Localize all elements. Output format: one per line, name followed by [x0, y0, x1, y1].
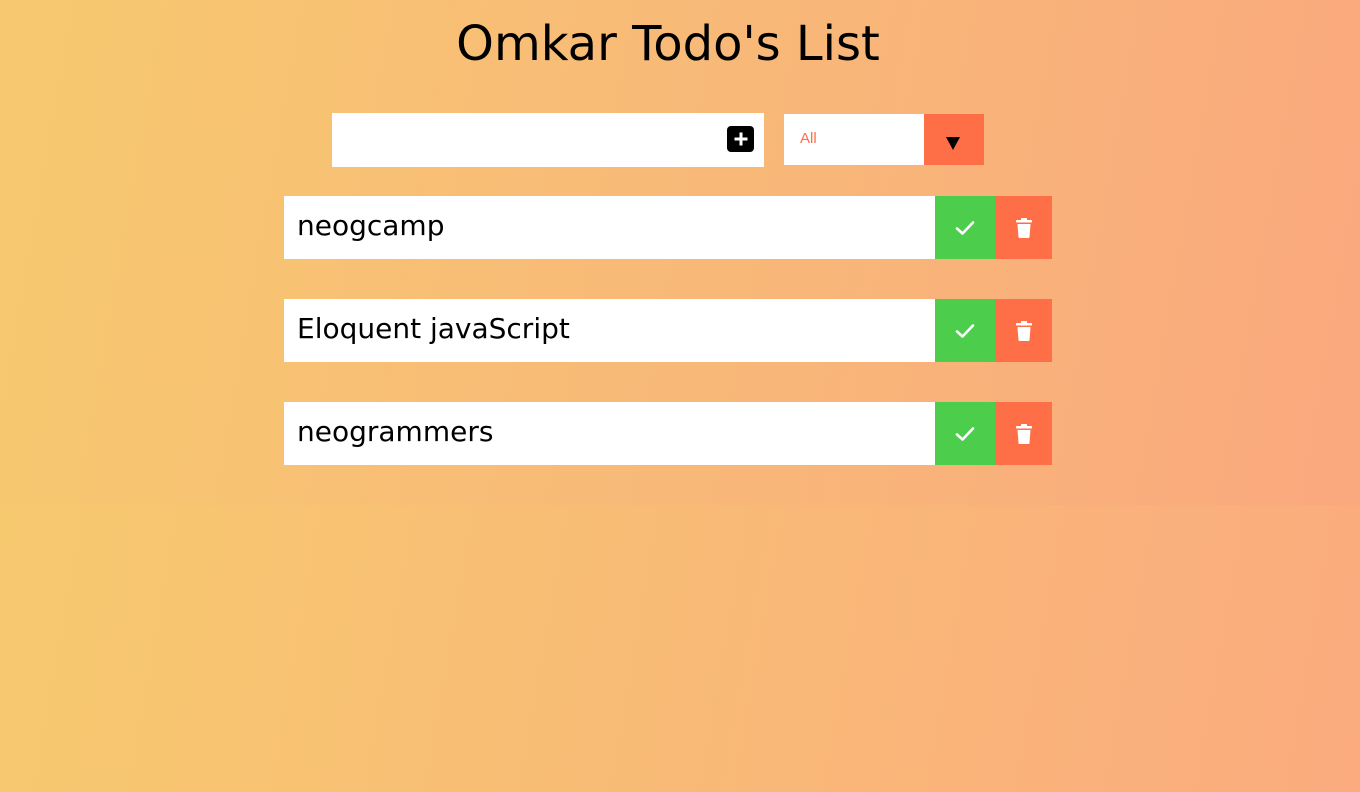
complete-button[interactable] [935, 299, 995, 362]
add-todo-button[interactable] [727, 126, 754, 152]
page-title: Omkar Todo's List [456, 16, 880, 72]
filter-select[interactable]: All [784, 114, 984, 165]
todo-text: Eloquent javaScript [297, 312, 570, 345]
complete-button[interactable] [935, 402, 995, 465]
check-icon [955, 323, 975, 338]
plus-square-icon [734, 132, 747, 146]
todo-input[interactable] [332, 113, 722, 167]
delete-button[interactable] [995, 402, 1052, 465]
check-icon [955, 426, 975, 441]
trash-icon [1015, 320, 1032, 341]
app-container: Omkar Todo's List All neogcamp Eloquent … [0, 0, 1360, 505]
delete-button[interactable] [995, 299, 1052, 362]
delete-button[interactable] [995, 196, 1052, 259]
complete-button[interactable] [935, 196, 995, 259]
check-icon [955, 220, 975, 235]
trash-icon [1015, 423, 1032, 444]
todo-input-container [332, 113, 764, 167]
filter-selected-value: All [800, 130, 817, 147]
todo-text: neogcamp [297, 209, 445, 242]
trash-icon [1015, 217, 1032, 238]
todo-item: neogrammers [284, 402, 1052, 465]
filter-dropdown-button[interactable] [924, 114, 984, 165]
todo-item: Eloquent javaScript [284, 299, 1052, 362]
caret-down-icon [946, 137, 960, 150]
todo-item: neogcamp [284, 196, 1052, 259]
todo-text: neogrammers [297, 415, 494, 448]
